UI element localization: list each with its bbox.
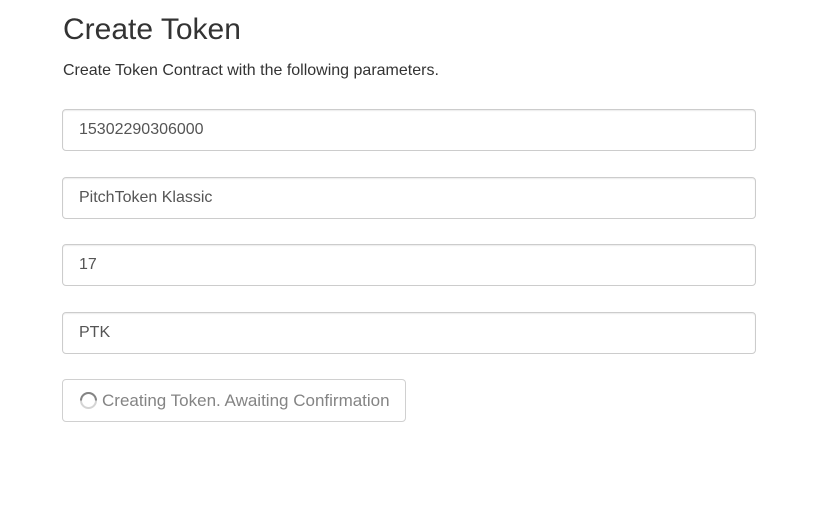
create-token-page: Create Token Create Token Contract with … (0, 0, 824, 510)
page-title: Create Token (63, 13, 241, 46)
token-symbol-input[interactable] (62, 312, 756, 354)
token-decimals-input[interactable] (62, 244, 756, 286)
page-subtitle: Create Token Contract with the following… (63, 62, 439, 79)
spinner-icon (79, 391, 98, 410)
token-name-input[interactable] (62, 177, 756, 219)
token-supply-input[interactable] (62, 109, 756, 151)
create-token-button-label: Creating Token. Awaiting Confirmation (102, 390, 390, 410)
create-token-button[interactable]: Creating Token. Awaiting Confirmation (62, 379, 406, 422)
